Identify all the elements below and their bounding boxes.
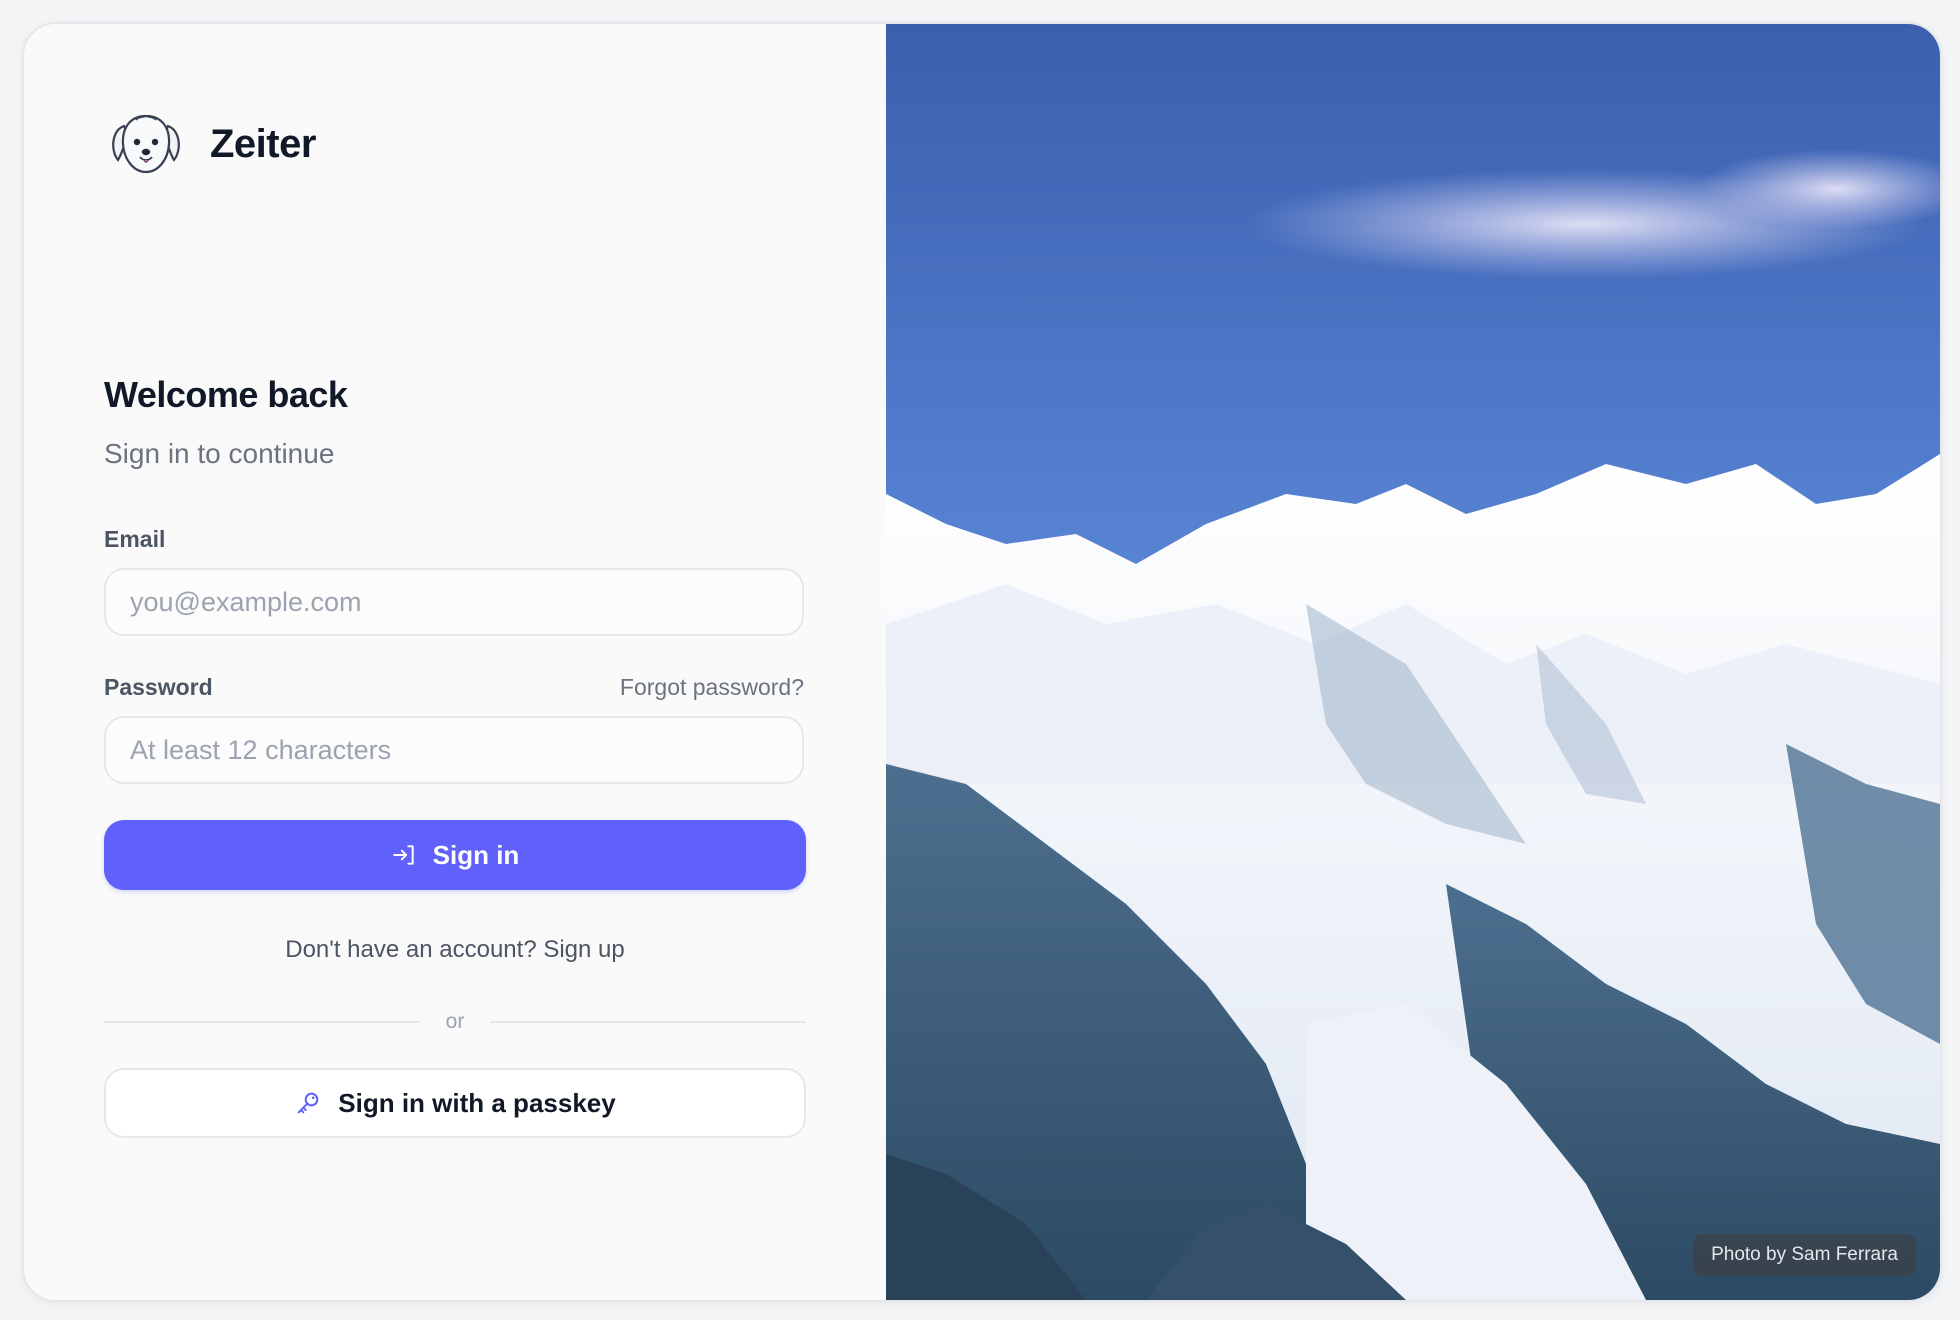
mountain-photo [886, 24, 1940, 1300]
dog-face-icon [112, 114, 180, 174]
sign-up-link[interactable]: Sign up [543, 936, 624, 963]
brand: Zeiter [106, 104, 316, 184]
page-title: Welcome back [104, 374, 348, 415]
passkey-sign-in-button[interactable]: Sign in with a passkey [104, 1068, 806, 1138]
divider-line-right [490, 1021, 806, 1023]
hero-photo-panel: Photo by Sam Ferrara [886, 24, 1940, 1300]
email-field[interactable] [104, 568, 804, 636]
login-panel: Zeiter Welcome back Sign in to continue … [24, 24, 886, 1300]
brand-name: Zeiter [210, 121, 316, 166]
sign-in-arrow-icon [392, 845, 414, 865]
photo-credit: Photo by Sam Ferrara [1693, 1234, 1916, 1276]
signup-prompt: Don't have an account? Sign up [104, 936, 806, 964]
email-label: Email [104, 526, 166, 552]
or-divider: or [104, 1010, 806, 1034]
key-icon [297, 1092, 319, 1114]
passkey-button-label: Sign in with a passkey [338, 1087, 616, 1118]
signup-prompt-text: Don't have an account? [285, 936, 537, 963]
login-card: Zeiter Welcome back Sign in to continue … [22, 22, 1942, 1302]
password-field[interactable] [104, 716, 804, 784]
forgot-password-link[interactable]: Forgot password? [620, 674, 804, 701]
sign-in-button[interactable]: Sign in [104, 820, 806, 890]
sign-in-button-label: Sign in [432, 839, 520, 870]
password-label: Password [104, 674, 213, 700]
divider-text: or [445, 1010, 465, 1033]
page-subtitle: Sign in to continue [104, 438, 335, 469]
divider-line-left [104, 1021, 420, 1023]
